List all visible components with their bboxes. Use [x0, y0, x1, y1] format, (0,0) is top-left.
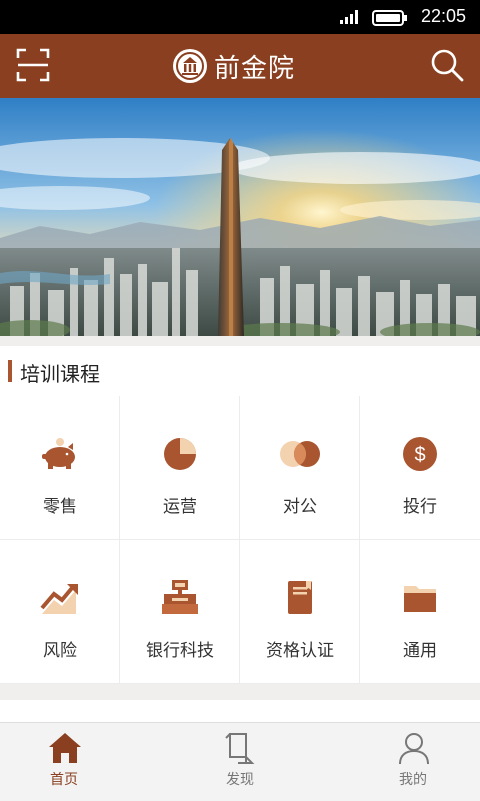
svg-text:$: $	[414, 444, 425, 466]
section-accent	[8, 360, 12, 382]
category-label: 风险	[43, 641, 77, 661]
banner-image	[0, 98, 480, 336]
category-operations[interactable]: 运营	[120, 396, 240, 540]
category-label: 对公	[283, 497, 317, 517]
category-label: 投行	[403, 497, 437, 517]
category-investment-banking[interactable]: $ 投行	[360, 396, 480, 540]
certificate-icon	[288, 581, 312, 614]
category-label: 通用	[403, 641, 437, 661]
tab-discover[interactable]: 发现	[160, 723, 320, 801]
bottom-tab-bar: 首页 发现 我的	[0, 722, 480, 801]
tab-profile[interactable]: 我的	[333, 723, 480, 801]
signal-icon	[340, 10, 358, 24]
brand: 前金院	[172, 46, 295, 86]
page-title: 前金院	[214, 53, 296, 84]
category-label: 资格认证	[266, 641, 334, 661]
brand-logo-icon	[173, 49, 207, 83]
category-risk[interactable]: 风险	[0, 540, 120, 684]
status-bar: 22:05	[0, 0, 480, 34]
category-label: 零售	[43, 497, 77, 517]
tab-label: 首页	[50, 772, 78, 788]
category-label: 运营	[163, 497, 197, 517]
discover-icon	[225, 733, 255, 764]
profile-icon	[399, 733, 429, 765]
piggy-bank-icon	[42, 438, 75, 469]
tab-label: 我的	[399, 772, 427, 788]
app-header: 前金院	[0, 34, 480, 98]
dollar-coin-icon: $	[403, 437, 437, 471]
cash-register-icon	[162, 580, 198, 614]
category-general[interactable]: 通用	[360, 540, 480, 684]
category-retail[interactable]: 零售	[0, 396, 120, 540]
section-title: 培训课程	[20, 362, 100, 386]
category-certification[interactable]: 资格认证	[240, 540, 360, 684]
banner-carousel[interactable]	[0, 98, 480, 336]
category-grid: 零售 运营 对公 $ 投行 风险 银行科技 资格认证 通用	[0, 396, 480, 684]
folder-icon	[404, 586, 436, 612]
scan-icon[interactable]	[16, 48, 50, 82]
pie-chart-icon	[164, 438, 196, 470]
tab-label: 发现	[226, 772, 254, 788]
section-header: 培训课程	[0, 346, 480, 397]
battery-icon	[372, 10, 407, 26]
home-icon	[49, 733, 81, 763]
category-label: 银行科技	[146, 641, 214, 661]
clock: 22:05	[420, 6, 466, 26]
content-strip	[0, 700, 480, 722]
category-corporate[interactable]: 对公	[240, 396, 360, 540]
category-bank-tech[interactable]: 银行科技	[120, 540, 240, 684]
two-circles-icon	[280, 441, 320, 467]
tab-home[interactable]: 首页	[0, 723, 144, 801]
rising-chart-icon	[40, 584, 78, 614]
search-icon[interactable]	[430, 48, 464, 82]
